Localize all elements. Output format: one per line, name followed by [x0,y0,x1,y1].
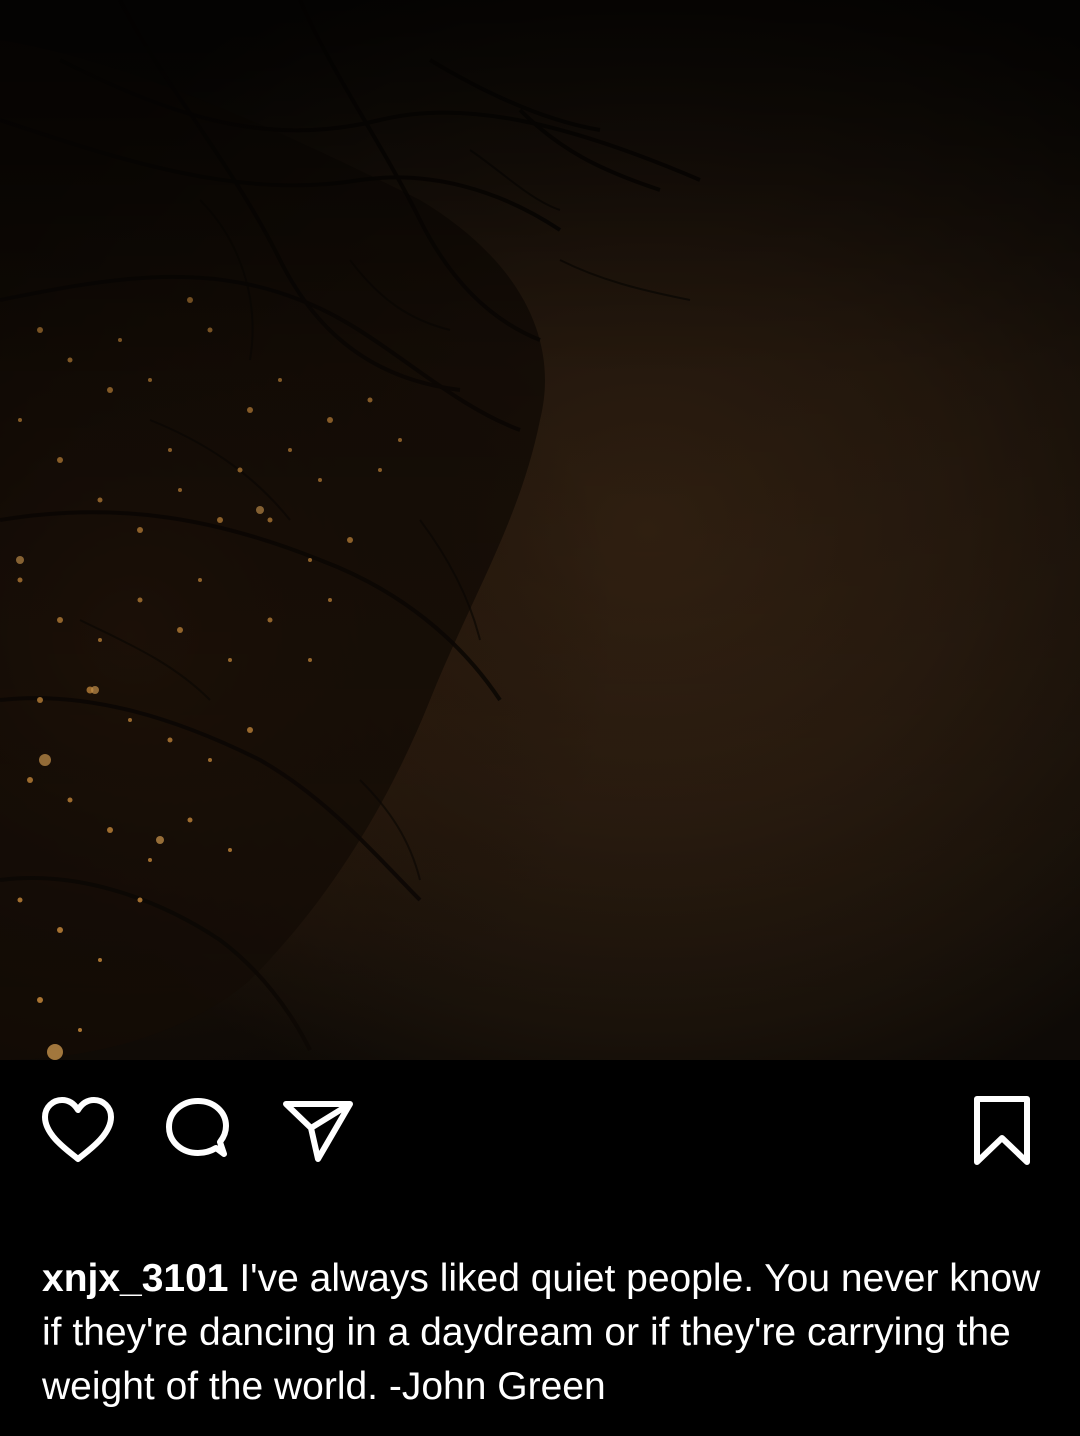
post-caption: xnjx_3101 I've always liked quiet people… [42,1252,1042,1414]
heart-icon[interactable] [40,1096,116,1164]
caption-username[interactable]: xnjx_3101 [42,1257,229,1300]
post-action-bar [0,1060,1080,1200]
tree-photo [0,0,1080,1060]
speech-bubble-icon[interactable] [164,1096,234,1166]
bookmark-icon[interactable] [970,1094,1034,1168]
paper-plane-icon[interactable] [282,1098,354,1164]
post-image[interactable] [0,0,1080,1060]
